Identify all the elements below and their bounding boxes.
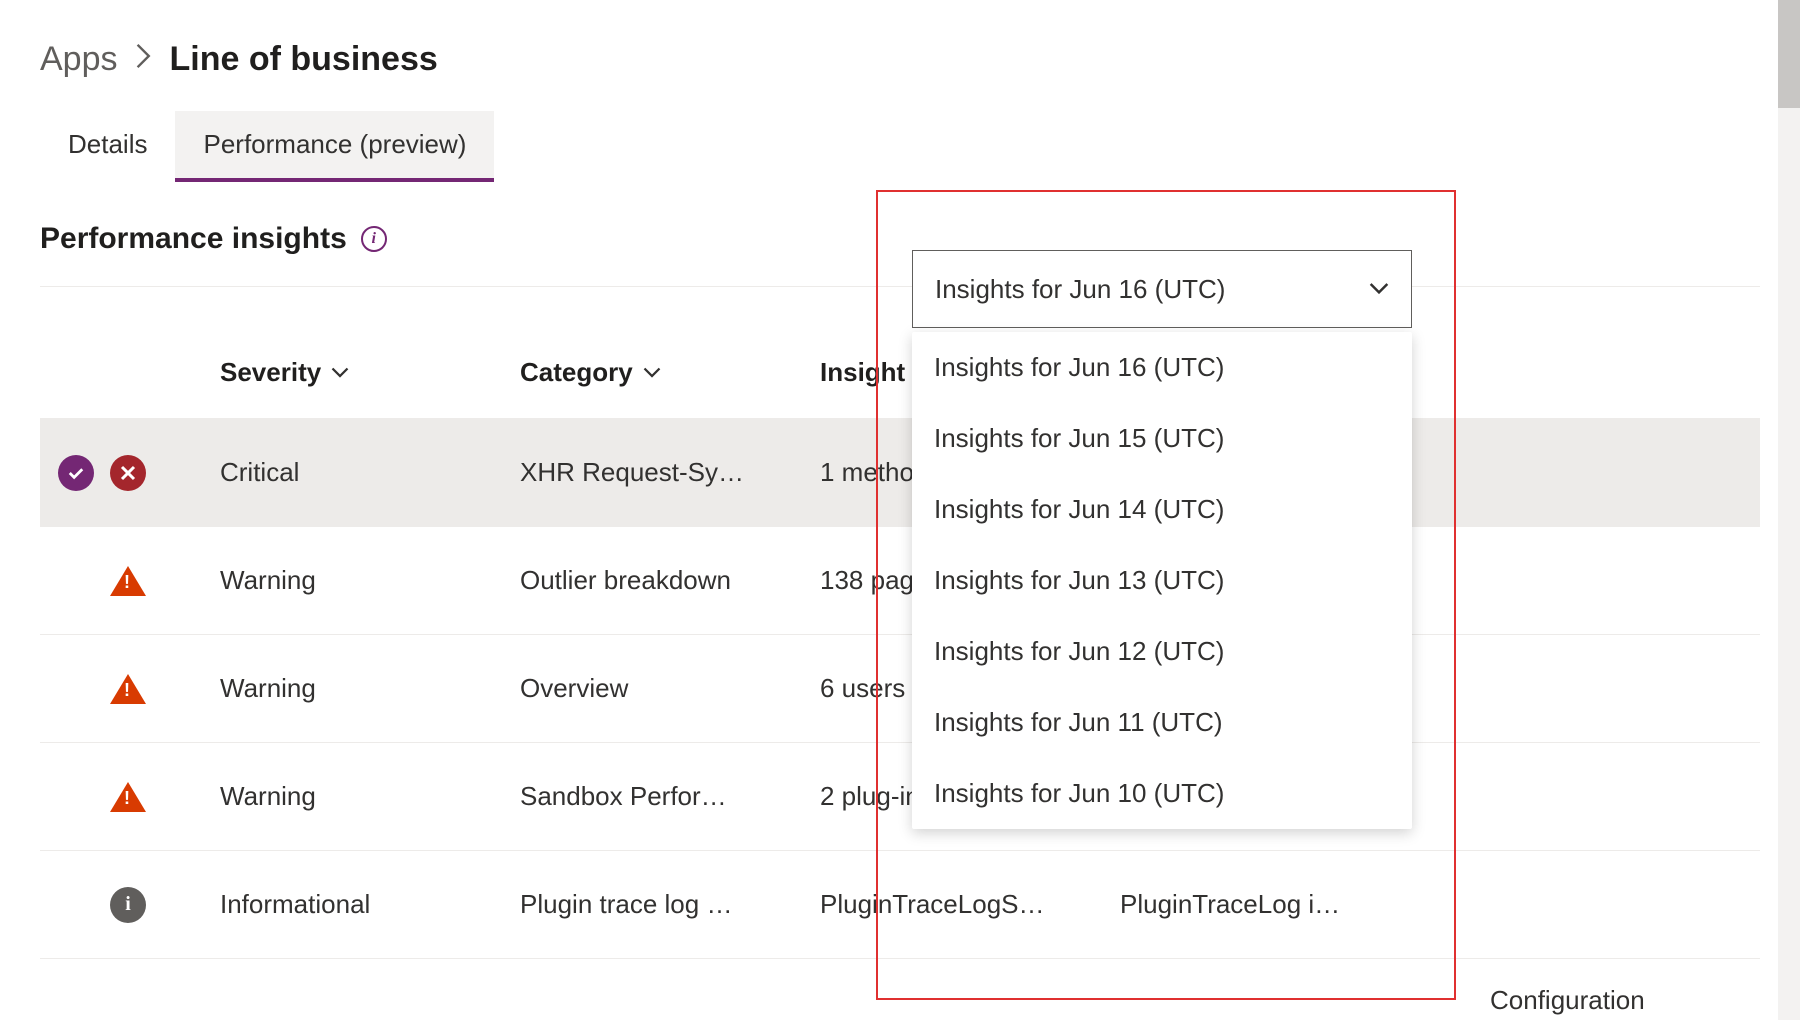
chevron-down-icon: [643, 364, 661, 382]
divider: [40, 286, 1760, 287]
column-header-category[interactable]: Category: [520, 357, 820, 388]
warning-icon: [110, 779, 146, 815]
date-dropdown-option[interactable]: Insights for Jun 15 (UTC): [912, 403, 1412, 474]
chevron-down-icon: [331, 364, 349, 382]
section-title: Performance insights: [40, 222, 347, 256]
section-header: Performance insights i: [40, 222, 1760, 256]
severity-cell: Warning: [220, 673, 520, 704]
recommendation-cell: PluginTraceLog i…: [1120, 889, 1760, 920]
column-label: Category: [520, 357, 633, 388]
column-label: Insight: [820, 357, 905, 388]
table-row[interactable]: CriticalXHR Request-Sy…1 method was tri……: [40, 419, 1760, 527]
date-dropdown-option[interactable]: Insights for Jun 12 (UTC): [912, 616, 1412, 687]
scrollbar-thumb[interactable]: [1778, 0, 1800, 108]
dropdown-selected-label: Insights for Jun 16 (UTC): [935, 274, 1225, 305]
recommendation-tail: Configuration: [1490, 985, 1645, 1016]
severity-cell: Warning: [220, 565, 520, 596]
category-cell: Outlier breakdown: [520, 565, 820, 596]
breadcrumb-current: Line of business: [170, 40, 438, 79]
date-dropdown-option[interactable]: Insights for Jun 10 (UTC): [912, 758, 1412, 829]
scrollbar[interactable]: [1778, 0, 1800, 1020]
severity-cell: Warning: [220, 781, 520, 812]
category-cell: Plugin trace log …: [520, 889, 820, 920]
table-row[interactable]: iInformationalPlugin trace log …PluginTr…: [40, 851, 1760, 959]
date-dropdown-select[interactable]: Insights for Jun 16 (UTC): [912, 250, 1412, 328]
tabs: Details Performance (preview): [40, 111, 1760, 182]
insights-table: Severity Category Insight Rec CriticalXH…: [40, 357, 1760, 959]
date-dropdown: Insights for Jun 16 (UTC) Insights for J…: [912, 250, 1412, 829]
info-icon: i: [110, 887, 146, 923]
category-cell: Overview: [520, 673, 820, 704]
column-header-severity[interactable]: Severity: [220, 357, 520, 388]
date-dropdown-option[interactable]: Insights for Jun 16 (UTC): [912, 332, 1412, 403]
table-header-row: Severity Category Insight Rec: [40, 357, 1760, 419]
table-row[interactable]: WarningOutlier breakdown138 page loads ……: [40, 527, 1760, 635]
table-row[interactable]: WarningOverview6 users of this ap…Revi: [40, 635, 1760, 743]
warning-icon: [110, 563, 146, 599]
warning-icon: [110, 671, 146, 707]
date-dropdown-option[interactable]: Insights for Jun 13 (UTC): [912, 545, 1412, 616]
column-label: Severity: [220, 357, 321, 388]
breadcrumb: Apps Line of business: [40, 40, 1760, 79]
info-icon[interactable]: i: [361, 226, 387, 252]
table-row[interactable]: WarningSandbox Perfor…2 plug-ins perfor……: [40, 743, 1760, 851]
date-dropdown-menu: Insights for Jun 16 (UTC)Insights for Ju…: [912, 332, 1412, 829]
severity-cell: Informational: [220, 889, 520, 920]
critical-icon: [110, 455, 146, 491]
checkmark-icon[interactable]: [58, 455, 94, 491]
category-cell: Sandbox Perfor…: [520, 781, 820, 812]
tab-performance[interactable]: Performance (preview): [175, 111, 494, 182]
tab-details[interactable]: Details: [40, 111, 175, 182]
breadcrumb-root[interactable]: Apps: [40, 40, 118, 79]
severity-cell: Critical: [220, 457, 520, 488]
date-dropdown-option[interactable]: Insights for Jun 14 (UTC): [912, 474, 1412, 545]
chevron-right-icon: [136, 43, 152, 76]
date-dropdown-option[interactable]: Insights for Jun 11 (UTC): [912, 687, 1412, 758]
insight-cell: PluginTraceLogS…: [820, 889, 1120, 920]
chevron-down-icon: [1369, 279, 1389, 299]
category-cell: XHR Request-Sy…: [520, 457, 820, 488]
